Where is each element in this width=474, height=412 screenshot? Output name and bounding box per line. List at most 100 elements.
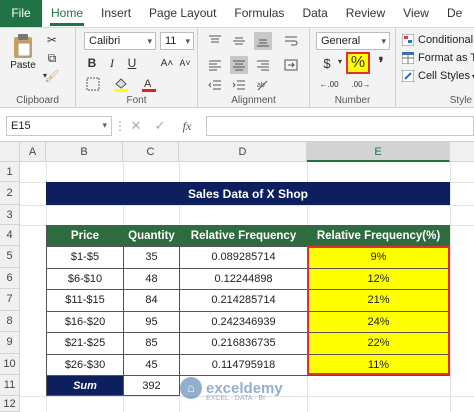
tab-developer[interactable]: De — [438, 0, 471, 27]
row-header-6[interactable]: 6 — [0, 267, 20, 289]
percent-style-button[interactable]: % — [346, 52, 370, 74]
format-as-table-button[interactable]: Format as Ta — [402, 50, 474, 66]
cell-price[interactable]: $16-$20 — [46, 310, 124, 333]
align-right-icon[interactable] — [254, 56, 272, 74]
currency-icon[interactable]: $ — [316, 52, 338, 74]
align-left-icon[interactable] — [206, 56, 224, 74]
decrease-indent-icon[interactable] — [206, 78, 224, 92]
column-header-e[interactable]: E — [307, 142, 450, 162]
row-header-11[interactable]: 11 — [0, 375, 20, 396]
borders-icon[interactable] — [84, 76, 102, 92]
header-relative-frequency-percent[interactable]: Relative Frequency(%) — [307, 225, 450, 247]
column-header-d[interactable]: D — [179, 142, 307, 162]
align-bottom-icon[interactable] — [254, 32, 272, 50]
chevron-down-icon[interactable]: ▾ — [336, 56, 344, 66]
row-header-12[interactable]: 12 — [0, 396, 20, 412]
tab-formulas[interactable]: Formulas — [225, 0, 293, 27]
sum-value[interactable]: 392 — [123, 375, 180, 396]
align-middle-icon[interactable] — [230, 32, 248, 50]
select-all-corner[interactable] — [0, 142, 20, 162]
header-quantity[interactable]: Quantity — [123, 225, 180, 247]
cell-price[interactable]: $21-$25 — [46, 332, 124, 355]
cell-quantity[interactable]: 45 — [123, 353, 180, 376]
increase-indent-icon[interactable] — [230, 78, 248, 92]
increase-font-icon[interactable]: A˄ — [160, 54, 174, 72]
tab-page-layout[interactable]: Page Layout — [140, 0, 225, 27]
cell-relative-frequency[interactable]: 0.216836735 — [179, 332, 308, 355]
row-header-3[interactable]: 3 — [0, 205, 20, 225]
cut-icon[interactable]: ✂ — [44, 32, 60, 48]
cell-price[interactable]: $26-$30 — [46, 353, 124, 376]
align-center-icon[interactable] — [230, 56, 248, 74]
tab-review[interactable]: Review — [337, 0, 394, 27]
cell-relative-frequency[interactable]: 0.242346939 — [179, 310, 308, 333]
font-size-combo[interactable]: 11 ▾ — [160, 32, 194, 50]
enter-icon[interactable]: ✓ — [152, 118, 168, 134]
cell-price[interactable]: $11-$15 — [46, 289, 124, 312]
row-header-8[interactable]: 8 — [0, 310, 20, 332]
formula-input[interactable] — [206, 116, 474, 136]
format-painter-icon[interactable]: 🖌 — [44, 68, 60, 84]
header-price[interactable]: Price — [46, 225, 124, 247]
merge-center-icon[interactable] — [282, 56, 300, 74]
number-format-combo[interactable]: General ▾ — [316, 32, 390, 50]
cell-relative-frequency[interactable]: 0.089285714 — [179, 246, 308, 269]
orientation-icon[interactable]: ab — [254, 78, 272, 92]
column-header-a[interactable]: A — [20, 142, 46, 162]
increase-decimal-icon[interactable]: ←.00 — [318, 76, 340, 92]
tab-view[interactable]: View — [394, 0, 438, 27]
cell-relative-frequency[interactable]: 0.214285714 — [179, 289, 308, 312]
conditional-formatting-label: Conditional — [418, 34, 474, 46]
row-header-7[interactable]: 7 — [0, 289, 20, 311]
tab-home[interactable]: Home — [42, 0, 92, 27]
paste-button[interactable] — [8, 32, 38, 60]
decrease-decimal-icon[interactable]: .00→ — [350, 76, 372, 92]
cell-quantity[interactable]: 35 — [123, 246, 180, 269]
cell-price[interactable]: $1-$5 — [46, 246, 124, 269]
copy-icon[interactable]: ⧉ — [44, 50, 60, 66]
cell-quantity[interactable]: 84 — [123, 289, 180, 312]
bold-button[interactable]: B — [84, 54, 100, 72]
tab-file[interactable]: File — [0, 0, 42, 27]
row-header-2[interactable]: 2 — [0, 182, 20, 205]
watermark-tagline: EXCEL · DATA · BI — [206, 395, 265, 402]
tab-data[interactable]: Data — [293, 0, 336, 27]
cell-quantity[interactable]: 95 — [123, 310, 180, 333]
column-header-b[interactable]: B — [46, 142, 123, 162]
fill-color-icon[interactable] — [112, 76, 130, 92]
font-color-icon[interactable]: A — [140, 76, 158, 92]
drag-handle-icon[interactable]: ⋮ — [114, 118, 126, 134]
insert-function-button[interactable]: fx — [178, 118, 196, 134]
conditional-formatting-button[interactable]: Conditional — [402, 32, 473, 48]
cell-price[interactable]: $6-$10 — [46, 267, 124, 290]
cell-quantity[interactable]: 48 — [123, 267, 180, 290]
cell-relative-frequency[interactable]: 0.12244898 — [179, 267, 308, 290]
cell-styles-label: Cell Styles — [418, 70, 470, 82]
sum-label[interactable]: Sum — [46, 375, 124, 396]
sheet-title[interactable]: Sales Data of X Shop — [46, 182, 450, 205]
row-header-9[interactable]: 9 — [0, 332, 20, 354]
gridline — [20, 205, 474, 206]
font-group: Calibri ▾ 11 ▾ B I U A˄ A˅ A Font — [76, 28, 198, 108]
align-top-icon[interactable] — [206, 32, 224, 50]
exceldemy-logo-icon: ⌂ — [180, 377, 202, 399]
row-header-10[interactable]: 10 — [0, 353, 20, 375]
header-relative-frequency[interactable]: Relative Frequency — [179, 225, 308, 247]
underline-button[interactable]: U — [124, 54, 140, 72]
wrap-text-icon[interactable] — [282, 32, 300, 50]
cancel-icon[interactable]: ✕ — [128, 118, 144, 134]
name-box[interactable]: E15 ▾ — [6, 116, 112, 136]
font-name-combo[interactable]: Calibri ▾ — [84, 32, 156, 50]
cell-styles-button[interactable]: Cell Styles ▾ — [402, 68, 474, 84]
tab-insert[interactable]: Insert — [92, 0, 140, 27]
italic-button[interactable]: I — [104, 54, 120, 72]
comma-style-icon[interactable]: ❜ — [372, 52, 390, 74]
column-header-c[interactable]: C — [123, 142, 179, 162]
row-header-5[interactable]: 5 — [0, 246, 20, 268]
font-size-value: 11 — [165, 35, 177, 47]
column-header-f[interactable] — [450, 142, 474, 162]
cell-quantity[interactable]: 85 — [123, 332, 180, 355]
decrease-font-icon[interactable]: A˅ — [178, 54, 192, 72]
row-header-1[interactable]: 1 — [0, 162, 20, 182]
row-header-4[interactable]: 4 — [0, 225, 20, 246]
